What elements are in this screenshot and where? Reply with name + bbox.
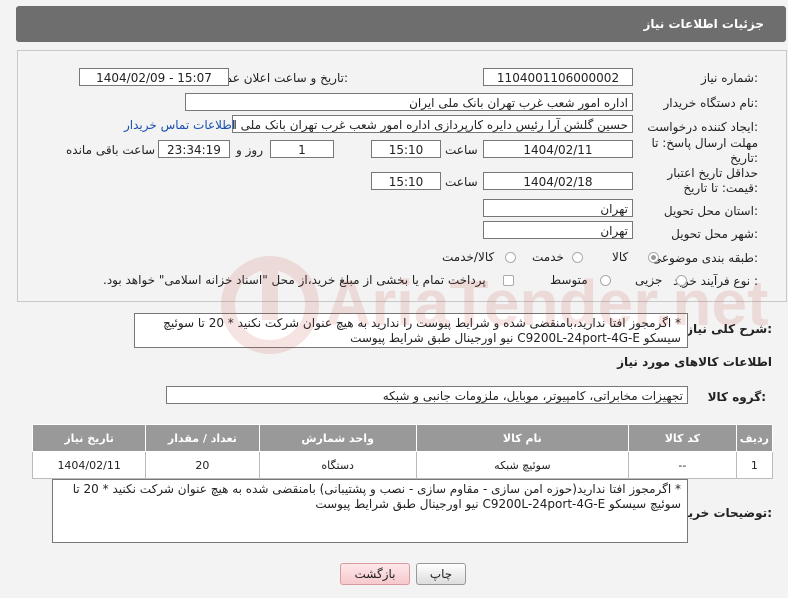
col-name: نام کالا (415, 424, 629, 452)
city-field: تهران (483, 221, 633, 239)
deadline-label: مهلت ارسال پاسخ: تا تاریخ: (651, 136, 758, 165)
deadline-time-label: ساعت (445, 143, 478, 157)
category-radio-goods[interactable] (648, 252, 659, 263)
col-row: ردیف (735, 424, 774, 452)
print-button[interactable]: چاپ (416, 563, 466, 585)
requester-label: ایجاد کننده درخواست: (647, 120, 758, 134)
table-header-row: ردیف کد کالا نام کالا واحد شمارش تعداد /… (31, 424, 774, 452)
city-label: شهر محل تحویل: (671, 227, 758, 241)
category-option-service: خدمت (532, 250, 564, 264)
need-number-label: شماره نیاز: (700, 71, 758, 85)
cell-code: -- (627, 451, 737, 479)
process-radio-medium[interactable] (600, 275, 611, 286)
category-radio-goods-service[interactable] (505, 252, 516, 263)
cell-quantity: 20 (145, 451, 260, 479)
items-table: ردیف کد کالا نام کالا واحد شمارش تعداد /… (31, 424, 774, 479)
cell-row: 1 (735, 451, 774, 479)
need-number-field: 1104001106000002 (483, 68, 633, 86)
cell-name: سوئیچ شبکه (415, 451, 629, 479)
deadline-date-field: 1404/02/11 (483, 140, 633, 158)
treasury-checkbox[interactable] (503, 275, 514, 286)
back-button[interactable]: بازگشت (340, 563, 410, 585)
validity-label: حداقل تاریخ اعتبار قیمت: تا تاریخ: (667, 166, 758, 195)
requester-field: حسین گلشن آرا رئیس دایره کارپردازی اداره… (232, 115, 633, 133)
process-radio-minor[interactable] (676, 275, 687, 286)
validity-time-label: ساعت (445, 175, 478, 189)
days-field: 1 (270, 140, 334, 158)
goods-info-title: اطلاعات کالاهای مورد نیاز (617, 355, 772, 369)
validity-time-field: 15:10 (371, 172, 441, 190)
description-field: * اگرمجوز افتا ندارید،بامنقضی شده و شرای… (134, 313, 688, 348)
col-code: کد کالا (627, 424, 737, 452)
process-option-minor: جزیی (635, 273, 663, 287)
category-radio-service[interactable] (572, 252, 583, 263)
announce-field: 1404/02/09 - 15:07 (79, 68, 229, 86)
description-label: شرح کلی نیاز: (686, 322, 772, 336)
province-field: تهران (483, 199, 633, 217)
table-row[interactable]: 1 -- سوئیچ شبکه دستگاه 20 1404/02/11 (31, 451, 774, 479)
category-option-goods-service: کالا/خدمت (442, 250, 495, 264)
buyer-org-label: نام دستگاه خریدار: (663, 96, 759, 110)
category-label: طبقه بندی موضوعی: (651, 251, 758, 265)
remaining-time-field: 23:34:19 (158, 140, 230, 158)
buyer-notes-field: * اگرمجوز افتا ندارید(حوزه امن سازی - مق… (52, 479, 688, 543)
cell-unit: دستگاه (258, 451, 417, 479)
category-option-goods: کالا (612, 250, 629, 264)
days-label: روز و (236, 143, 263, 157)
goods-group-label: گروه کالا: (707, 390, 766, 404)
treasury-note: پرداخت تمام یا بخشی از مبلغ خرید،از محل … (103, 273, 486, 287)
col-unit: واحد شمارش (258, 424, 417, 452)
page-header: جزئیات اطلاعات نیاز (16, 6, 786, 42)
goods-group-field: تجهیزات مخابراتی، کامپیوتر، موبایل، ملزو… (166, 386, 688, 404)
buyer-org-field: اداره امور شعب غرب تهران بانک ملی ایران (185, 93, 633, 111)
deadline-time-field: 15:10 (371, 140, 441, 158)
col-quantity: تعداد / مقدار (145, 424, 260, 452)
page-title: جزئیات اطلاعات نیاز (643, 17, 764, 31)
process-option-medium: متوسط (550, 273, 588, 287)
remaining-label: ساعت باقی مانده (66, 143, 156, 157)
buyer-contact-link[interactable]: اطلاعات تماس خریدار (124, 118, 235, 132)
cell-need-date: 1404/02/11 (31, 451, 147, 479)
col-need-date: تاریخ نیاز (31, 424, 147, 452)
province-label: استان محل تحویل: (663, 204, 758, 218)
validity-date-field: 1404/02/18 (483, 172, 633, 190)
